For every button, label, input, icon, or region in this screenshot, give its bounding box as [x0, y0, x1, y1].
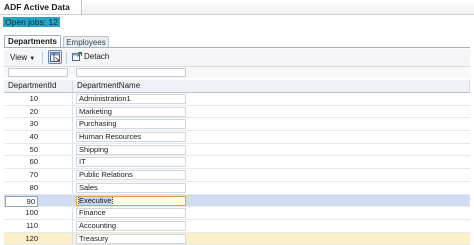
- column-header-departmentname[interactable]: DepartmentName: [73, 80, 470, 92]
- column-header-departmentid[interactable]: DepartmentId: [4, 80, 73, 92]
- department-id-cell: 40: [4, 131, 73, 143]
- title-bar: ADF Active Data: [0, 0, 474, 15]
- department-name-value: Finance: [79, 208, 106, 218]
- department-name-field[interactable]: Accounting: [76, 220, 186, 231]
- department-name-field[interactable]: Sales: [76, 182, 186, 193]
- department-id-cell: 50: [4, 143, 73, 156]
- department-name-value: Shipping: [79, 144, 109, 154]
- department-name-field[interactable]: Finance: [76, 208, 186, 219]
- table-row[interactable]: 40 Human Resources: [4, 131, 470, 144]
- table-row[interactable]: 100 Finance: [4, 207, 470, 220]
- department-name-value: Human Resources: [79, 132, 142, 142]
- department-name-value: Sales: [79, 182, 98, 192]
- table-row[interactable]: 60 IT: [4, 156, 470, 170]
- department-id-cell: 120: [4, 232, 73, 245]
- toolbar-separator: [66, 52, 67, 64]
- department-id-value: 100: [25, 208, 38, 218]
- department-id-value: 30: [29, 119, 38, 129]
- table-body: 10 Administration1 20 Marketing 30 Purchasing…: [4, 93, 470, 245]
- department-name-value: Treasury: [79, 233, 109, 243]
- department-name-field[interactable]: Marketing: [76, 106, 186, 117]
- department-name-value: Purchasing: [79, 119, 117, 129]
- table-toolbar: View ▼ Detach: [4, 49, 470, 67]
- department-id-cell: 30: [4, 118, 73, 131]
- department-id-value: 60: [29, 157, 38, 167]
- department-id-value: 90: [5, 195, 38, 207]
- department-id-value: 50: [29, 144, 38, 154]
- chevron-down-icon: ▼: [29, 56, 36, 62]
- table-row[interactable]: 70 Public Relations: [4, 169, 470, 182]
- department-name-value: Marketing: [79, 106, 112, 116]
- department-name-field[interactable]: Purchasing: [76, 119, 186, 130]
- department-name-value: IT: [79, 157, 86, 167]
- departmentid-filter-input[interactable]: [8, 68, 68, 77]
- detach-button[interactable]: Detach: [72, 52, 109, 61]
- tab-departments[interactable]: Departments: [4, 35, 61, 47]
- table-row[interactable]: 90 Executive: [4, 194, 470, 208]
- detach-label: Detach: [84, 52, 110, 61]
- tab-employees[interactable]: Employees: [63, 36, 109, 47]
- toolbar-separator: [42, 52, 43, 64]
- view-menu-label: View: [10, 53, 28, 62]
- table-row[interactable]: 10 Administration1: [4, 93, 470, 106]
- department-id-cell: 10: [4, 93, 73, 105]
- department-id-value: 40: [29, 132, 38, 142]
- table-row[interactable]: 30 Purchasing: [4, 118, 470, 132]
- department-name-field[interactable]: Shipping: [76, 144, 186, 155]
- department-id-cell: 80: [4, 181, 73, 194]
- table-row[interactable]: 120 Treasury: [4, 232, 470, 245]
- department-name-field[interactable]: Executive: [76, 195, 186, 206]
- department-id-value: 80: [29, 182, 38, 192]
- department-id-value: 70: [29, 170, 38, 180]
- department-name-field[interactable]: IT: [76, 157, 186, 168]
- table-row[interactable]: 20 Marketing: [4, 105, 470, 119]
- department-name-field[interactable]: Public Relations: [76, 170, 186, 181]
- filter-row: [4, 67, 470, 78]
- department-id-cell: 70: [4, 169, 73, 181]
- open-jobs-status: Open jobs: 12: [3, 17, 60, 27]
- department-name-field[interactable]: Human Resources: [76, 132, 186, 143]
- department-id-cell: 90: [4, 194, 73, 207]
- department-id-cell: 100: [4, 207, 73, 219]
- department-name-field[interactable]: Treasury: [76, 233, 186, 244]
- table-row[interactable]: 110 Accounting: [4, 219, 470, 233]
- department-id-cell: 110: [4, 219, 73, 232]
- department-id-cell: 60: [4, 156, 73, 169]
- app-title: ADF Active Data: [0, 0, 82, 14]
- view-menu-button[interactable]: View ▼: [10, 53, 35, 62]
- tab-divider: [4, 47, 470, 48]
- department-name-value: Accounting: [79, 220, 117, 230]
- freeze-icon: [50, 52, 60, 62]
- department-name-value: Public Relations: [79, 170, 133, 180]
- department-name-value: Executive: [78, 195, 113, 205]
- department-id-value: 120: [25, 233, 38, 243]
- table-row[interactable]: 80 Sales: [4, 181, 470, 195]
- department-id-value: 10: [29, 94, 38, 103]
- detach-icon: [72, 52, 82, 61]
- department-id-value: 20: [29, 106, 38, 116]
- freeze-button[interactable]: [48, 50, 62, 64]
- department-id-value: 110: [26, 220, 38, 230]
- departmentname-filter-input[interactable]: [76, 68, 186, 77]
- department-name-value: Administration1: [79, 94, 131, 103]
- department-name-field[interactable]: Administration1: [76, 94, 186, 104]
- table-row[interactable]: 50 Shipping: [4, 143, 470, 157]
- department-id-cell: 20: [4, 105, 73, 118]
